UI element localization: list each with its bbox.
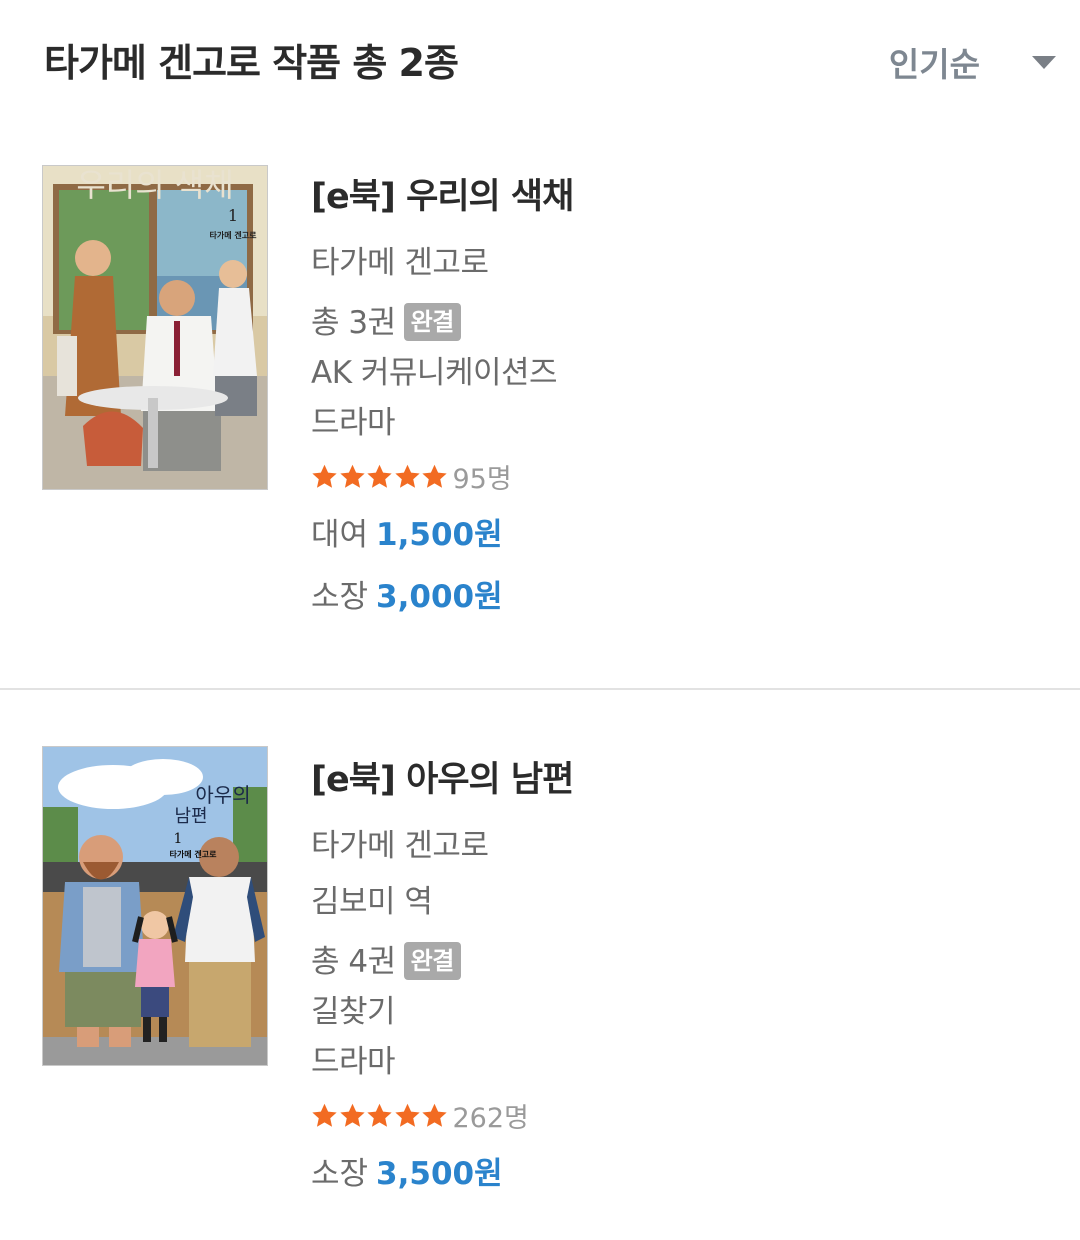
star-icon <box>312 1103 337 1127</box>
own-label: 소장 <box>311 579 369 615</box>
star-icon <box>394 1103 420 1127</box>
book-genre: 드라마 <box>311 405 396 441</box>
chevron-down-icon <box>1032 55 1056 69</box>
cover-author-text: 타가메 겐고로 <box>170 849 218 859</box>
page-header: 타가메 겐고로 작품 총 2종 인기순 <box>0 0 1080 120</box>
star-icon <box>367 464 392 488</box>
star-icon <box>339 464 365 488</box>
star-icon <box>394 464 420 488</box>
star-rating <box>311 1102 449 1129</box>
sort-label: 인기순 <box>888 45 980 84</box>
cover-title-text: 우리의 색채 <box>76 166 233 204</box>
book-volumes: 총 4권 완결 <box>311 937 573 987</box>
rent-amount: 1,500원 <box>376 517 503 553</box>
volume-count: 총 4권 <box>311 944 396 980</box>
own-amount: 3,500원 <box>376 1156 503 1192</box>
book-cover-illustration: 우리의 색채 1 타가메 겐고로 <box>43 166 267 489</box>
star-icon <box>422 1103 447 1127</box>
cover-title-text: 아우의 <box>195 783 250 807</box>
book-cover-image[interactable]: 우리의 색채 1 타가메 겐고로 <box>42 165 268 490</box>
book-translator[interactable]: 김보미 역 <box>311 877 573 927</box>
book-publisher: AK 커뮤니케이션즈 <box>311 355 558 391</box>
status-badge: 완결 <box>403 941 461 980</box>
rent-label: 대여 <box>311 517 369 553</box>
book-author[interactable]: 타가메 겐고로 <box>311 821 573 871</box>
star-icon <box>367 1103 392 1127</box>
star-icon <box>422 464 447 488</box>
cover-subtitle-text: 남편 <box>174 806 207 827</box>
star-icon <box>312 464 337 488</box>
own-label: 소장 <box>311 1156 369 1192</box>
page-title: 타가메 겐고로 작품 총 2종 <box>44 41 459 85</box>
star-icon <box>339 1103 365 1127</box>
rating: 95명 <box>311 448 573 504</box>
rent-price[interactable]: 대여 1,500원 <box>311 504 573 566</box>
cover-volume-text: 1 <box>174 831 183 847</box>
book-volumes: 총 3권 완결 <box>311 298 573 348</box>
cover-author-text: 타가메 겐고로 <box>210 230 258 240</box>
book-list-item[interactable]: 우리의 색채 1 타가메 겐고로 [e북] 우리의 색채 타가메 겐고로 총 3… <box>0 120 1080 690</box>
book-info: [e북] 아우의 남편 타가메 겐고로 김보미 역 총 4권 완결 길찾기 드라마… <box>311 755 574 1205</box>
sort-dropdown[interactable]: 인기순 <box>889 38 1056 86</box>
book-cover-image[interactable]: 아우의 남편 1 타가메 겐고로 <box>42 746 268 1066</box>
status-badge: 완결 <box>403 302 461 341</box>
rating-count: 262명 <box>452 1102 529 1134</box>
cover-volume-text: 1 <box>228 206 238 225</box>
own-amount: 3,000원 <box>376 579 503 615</box>
book-author[interactable]: 타가메 겐고로 <box>311 238 573 288</box>
book-genre: 드라마 <box>311 1044 396 1080</box>
rating: 262명 <box>311 1087 573 1143</box>
book-title[interactable]: [e북] 아우의 남편 <box>311 755 574 805</box>
book-title[interactable]: [e북] 우리의 색채 <box>311 172 574 222</box>
rating-count: 95명 <box>452 463 512 495</box>
own-price[interactable]: 소장 3,500원 <box>311 1143 573 1205</box>
book-info: [e북] 우리의 색채 타가메 겐고로 총 3권 완결 AK 커뮤니케이션즈 드라… <box>311 172 574 628</box>
book-publisher: 길찾기 <box>311 994 396 1030</box>
volume-count: 총 3권 <box>311 305 396 341</box>
book-list-item[interactable]: 아우의 남편 1 타가메 겐고로 [e북] 아우의 남편 타가메 겐고로 김보미… <box>0 690 1080 1240</box>
book-cover-illustration: 아우의 남편 1 타가메 겐고로 <box>43 747 267 1065</box>
star-rating <box>311 463 449 490</box>
own-price[interactable]: 소장 3,000원 <box>311 566 573 628</box>
